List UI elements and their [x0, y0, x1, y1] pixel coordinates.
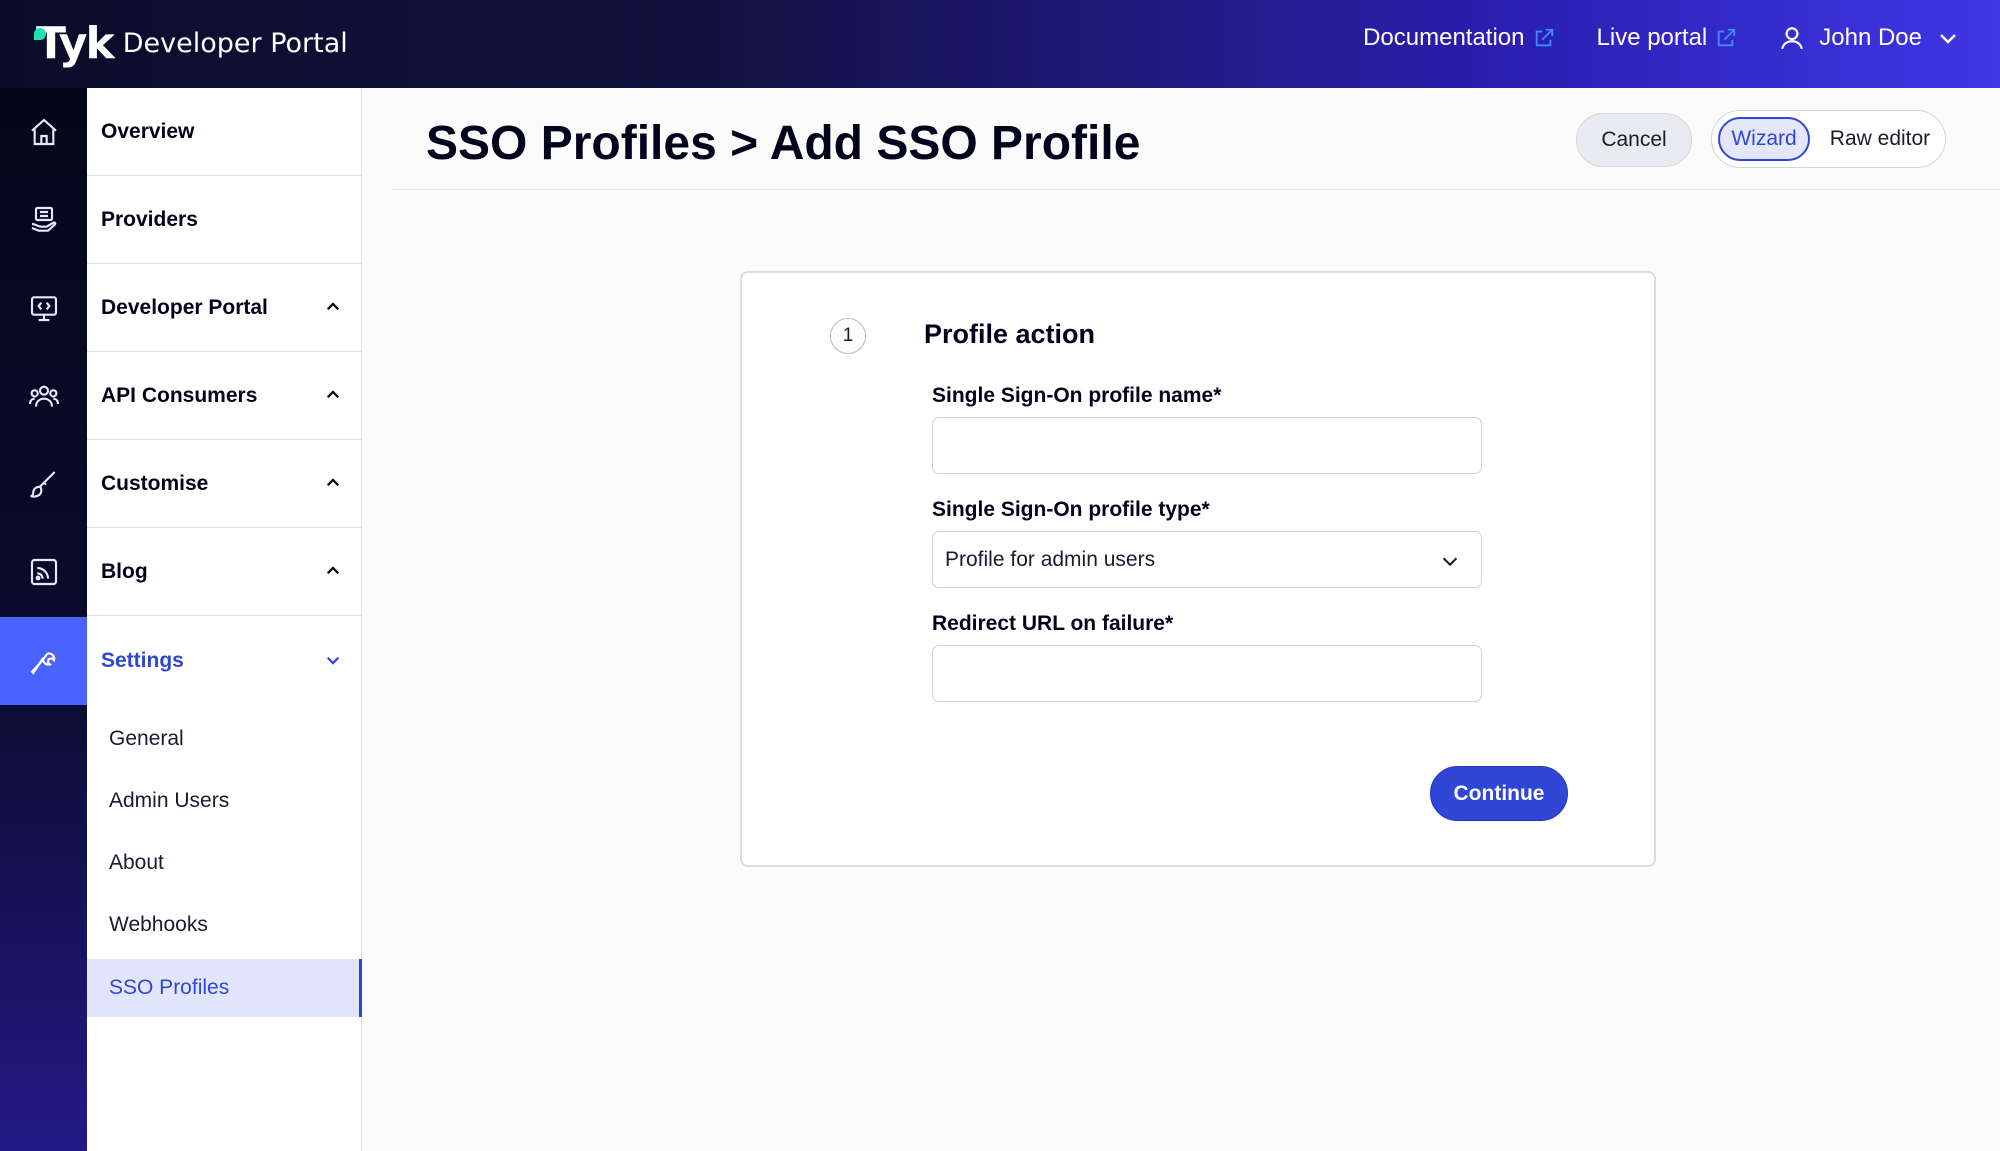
documentation-link[interactable]: Documentation [1363, 24, 1554, 52]
main-content: SSO Profiles > Add SSO Profile Cancel Wi… [362, 88, 2000, 1151]
rail-blog[interactable] [0, 528, 87, 616]
cancel-button[interactable]: Cancel [1576, 113, 1692, 167]
documentation-label: Documentation [1363, 24, 1525, 51]
icon-rail [0, 88, 87, 1151]
brush-icon [29, 471, 55, 498]
sidebar-nav: Overview Providers Developer Portal API … [87, 88, 362, 1151]
sidebar-item-developer-portal[interactable]: Developer Portal [87, 264, 362, 352]
sidebar-item-api-consumers[interactable]: API Consumers [87, 352, 362, 440]
rail-developer-portal[interactable] [0, 264, 87, 352]
profile-name-label: Single Sign-On profile name* [932, 384, 1222, 407]
sidebar-item-providers[interactable]: Providers [87, 176, 362, 264]
chevron-up-icon [326, 302, 340, 311]
chevron-down-icon [1442, 557, 1458, 567]
redirect-url-label: Redirect URL on failure* [932, 612, 1174, 635]
sidebar-item-label: Blog [101, 559, 148, 583]
rail-providers[interactable] [0, 176, 87, 264]
wizard-toggle-button[interactable]: Wizard [1718, 117, 1810, 161]
header-divider [392, 189, 2000, 190]
profile-type-select[interactable]: Profile for admin users [932, 531, 1482, 588]
sidebar-item-settings[interactable]: Settings [87, 617, 362, 705]
live-portal-link[interactable]: Live portal [1597, 24, 1738, 52]
chevron-up-icon [326, 390, 340, 399]
sidebar-item-blog[interactable]: Blog [87, 528, 362, 616]
external-link-icon [1535, 28, 1553, 47]
providers-icon [31, 206, 56, 232]
profile-name-input[interactable] [932, 417, 1482, 474]
logo-dot [34, 28, 46, 40]
chevron-up-icon [326, 566, 340, 575]
top-bar: Tyk Developer Portal Documentation Live … [0, 0, 2000, 88]
rss-icon [30, 558, 57, 586]
sidebar-subitem-label: General [109, 727, 184, 750]
profile-type-selected: Profile for admin users [945, 547, 1156, 571]
chevron-down-icon [1940, 34, 1956, 44]
user-icon [1781, 27, 1804, 50]
product-name: Developer Portal [122, 28, 348, 59]
developer-portal-icon [30, 296, 57, 322]
section-title: Profile action [924, 319, 1096, 349]
sso-profile-form-card: 1 Profile action Single Sign-On profile … [740, 271, 1656, 867]
sidebar-subitem-label: Admin Users [109, 789, 230, 812]
sidebar-subitem-label: About [109, 851, 164, 874]
rail-home[interactable] [0, 88, 87, 176]
chevron-up-icon [326, 478, 340, 487]
redirect-url-input[interactable] [932, 645, 1482, 702]
sidebar-subitem-sso-profiles[interactable]: SSO Profiles [87, 959, 362, 1017]
sidebar-subitem-about[interactable]: About [87, 834, 362, 892]
user-menu[interactable]: John Doe [1779, 24, 1960, 52]
page-title: SSO Profiles > Add SSO Profile [426, 117, 1141, 170]
sidebar-subitem-label: Webhooks [109, 913, 208, 936]
sidebar-item-label: API Consumers [101, 383, 258, 407]
sidebar-subitem-label: SSO Profiles [109, 976, 230, 999]
profile-type-label: Single Sign-On profile type* [932, 498, 1210, 521]
chevron-down-icon [326, 656, 340, 665]
api-consumers-icon [28, 385, 59, 407]
rail-customise[interactable] [0, 440, 87, 528]
sidebar-item-label: Developer Portal [101, 295, 268, 319]
sidebar-item-customise[interactable]: Customise [87, 440, 362, 528]
sidebar-item-overview[interactable]: Overview [87, 88, 362, 176]
home-icon [30, 118, 57, 146]
raw-editor-toggle-button[interactable]: Raw editor [1820, 117, 1940, 161]
live-portal-label: Live portal [1596, 24, 1708, 51]
sidebar-item-label: Overview [101, 119, 195, 143]
sidebar-item-label: Providers [101, 207, 198, 231]
editor-mode-toggle: Wizard Raw editor [1711, 110, 1946, 168]
logo-text: Tyk [36, 18, 115, 69]
continue-button[interactable]: Continue [1430, 766, 1568, 821]
rail-settings[interactable] [0, 617, 87, 705]
rail-api-consumers[interactable] [0, 352, 87, 440]
user-name: John Doe [1819, 24, 1922, 51]
wrench-icon [30, 652, 55, 675]
brand[interactable]: Tyk Developer Portal [34, 18, 348, 69]
tyk-logo: Tyk [34, 18, 115, 69]
sidebar-subitem-webhooks[interactable]: Webhooks [87, 896, 362, 954]
sidebar-item-label: Settings [101, 649, 184, 672]
step-number: 1 [830, 318, 866, 354]
sidebar-subitem-general[interactable]: General [87, 710, 362, 768]
sidebar-item-label: Customise [101, 471, 209, 495]
sidebar-subitem-admin-users[interactable]: Admin Users [87, 772, 362, 830]
external-link-icon [1718, 28, 1736, 47]
